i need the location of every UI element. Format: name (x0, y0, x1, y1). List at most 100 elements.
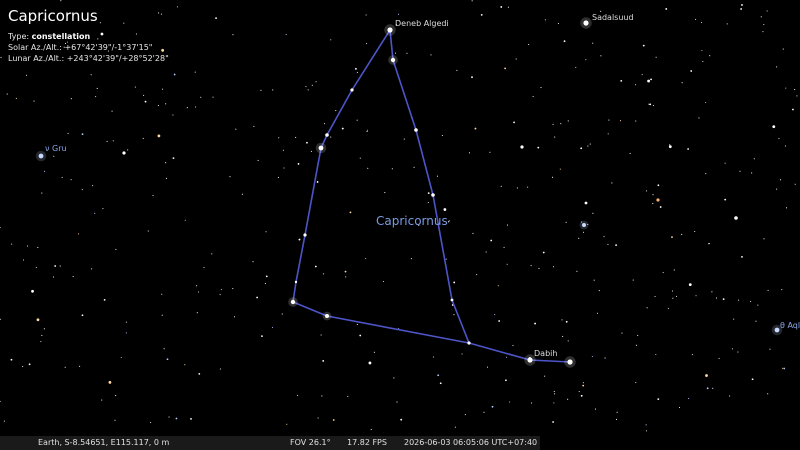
background-star[interactable] (72, 275, 74, 278)
background-star[interactable] (70, 179, 72, 181)
background-star[interactable] (507, 6, 509, 8)
background-star[interactable] (582, 382, 584, 384)
background-star[interactable] (688, 283, 692, 287)
background-star[interactable] (453, 281, 456, 284)
background-star[interactable] (582, 231, 585, 233)
background-star[interactable] (427, 201, 429, 204)
background-star[interactable] (506, 356, 508, 358)
background-star[interactable] (35, 266, 37, 268)
background-star[interactable] (203, 266, 205, 269)
background-star[interactable] (120, 356, 122, 358)
background-star[interactable] (108, 380, 112, 384)
background-star[interactable] (487, 366, 489, 368)
background-star[interactable] (780, 179, 782, 181)
background-star[interactable] (316, 181, 319, 183)
background-star[interactable] (152, 194, 154, 197)
background-star[interactable] (142, 137, 144, 139)
background-star[interactable] (763, 238, 765, 240)
background-star[interactable] (41, 334, 43, 337)
background-star[interactable] (92, 185, 94, 187)
background-star[interactable] (474, 127, 477, 130)
background-star[interactable] (655, 56, 657, 58)
background-star[interactable] (560, 123, 562, 125)
background-star[interactable] (43, 328, 45, 330)
background-star[interactable] (81, 133, 84, 136)
background-star[interactable] (347, 395, 349, 398)
star[interactable] (122, 151, 126, 155)
background-star[interactable] (330, 136, 332, 138)
background-star[interactable] (582, 384, 585, 387)
background-star[interactable] (762, 31, 764, 33)
background-star[interactable] (286, 423, 288, 425)
background-star[interactable] (81, 189, 83, 191)
background-star[interactable] (578, 391, 580, 393)
background-star[interactable] (792, 108, 794, 111)
background-star[interactable] (755, 320, 757, 322)
sadalsuud-star[interactable] (583, 20, 589, 26)
background-star[interactable] (356, 323, 358, 325)
background-star[interactable] (330, 39, 332, 41)
background-star[interactable] (611, 182, 613, 184)
background-star[interactable] (607, 243, 609, 245)
background-star[interactable] (534, 322, 536, 325)
background-star[interactable] (668, 145, 672, 149)
background-star[interactable] (480, 13, 483, 16)
background-star[interactable] (567, 340, 569, 342)
background-star[interactable] (537, 146, 540, 149)
background-star[interactable] (366, 43, 368, 45)
background-star[interactable] (695, 18, 697, 20)
background-star[interactable] (165, 103, 167, 105)
background-star[interactable] (552, 176, 554, 178)
background-star[interactable] (671, 290, 674, 292)
background-star[interactable] (61, 176, 63, 178)
background-star[interactable] (513, 121, 515, 124)
star[interactable] (584, 201, 588, 205)
background-star[interactable] (382, 281, 385, 283)
background-star[interactable] (436, 175, 438, 177)
background-star[interactable] (504, 67, 507, 70)
background-star[interactable] (671, 236, 673, 239)
background-star[interactable] (277, 176, 279, 179)
background-star[interactable] (406, 52, 408, 54)
background-star[interactable] (563, 40, 566, 43)
background-star[interactable] (190, 417, 192, 420)
background-star[interactable] (512, 345, 514, 347)
star[interactable] (290, 299, 296, 305)
background-star[interactable] (552, 123, 554, 125)
background-star[interactable] (741, 255, 743, 258)
background-star[interactable] (739, 170, 741, 172)
background-star[interactable] (781, 289, 783, 291)
star[interactable] (414, 128, 418, 132)
background-star[interactable] (647, 79, 650, 83)
background-star[interactable] (366, 129, 368, 131)
background-star[interactable] (15, 97, 17, 100)
background-star[interactable] (10, 358, 13, 361)
background-star[interactable] (705, 101, 707, 104)
background-star[interactable] (476, 274, 478, 276)
background-star[interactable] (585, 59, 587, 61)
background-star[interactable] (508, 401, 511, 403)
background-star[interactable] (172, 157, 175, 160)
background-star[interactable] (310, 150, 312, 152)
background-star[interactable] (26, 74, 28, 76)
background-star[interactable] (594, 408, 597, 410)
background-star[interactable] (662, 272, 664, 274)
background-star[interactable] (542, 251, 545, 254)
star[interactable] (520, 145, 524, 149)
background-star[interactable] (516, 187, 518, 189)
background-star[interactable] (751, 378, 754, 381)
star[interactable] (390, 57, 396, 63)
background-star[interactable] (112, 140, 114, 142)
background-star[interactable] (567, 120, 569, 122)
background-star[interactable] (307, 89, 309, 91)
background-star[interactable] (751, 172, 753, 174)
background-star[interactable] (443, 208, 447, 211)
background-star[interactable] (297, 394, 299, 397)
background-star[interactable] (675, 295, 678, 297)
background-star[interactable] (648, 103, 650, 105)
background-star[interactable] (760, 16, 762, 18)
background-star[interactable] (468, 152, 471, 154)
background-star[interactable] (733, 318, 735, 320)
background-star[interactable] (295, 136, 297, 139)
background-star[interactable] (580, 147, 583, 150)
